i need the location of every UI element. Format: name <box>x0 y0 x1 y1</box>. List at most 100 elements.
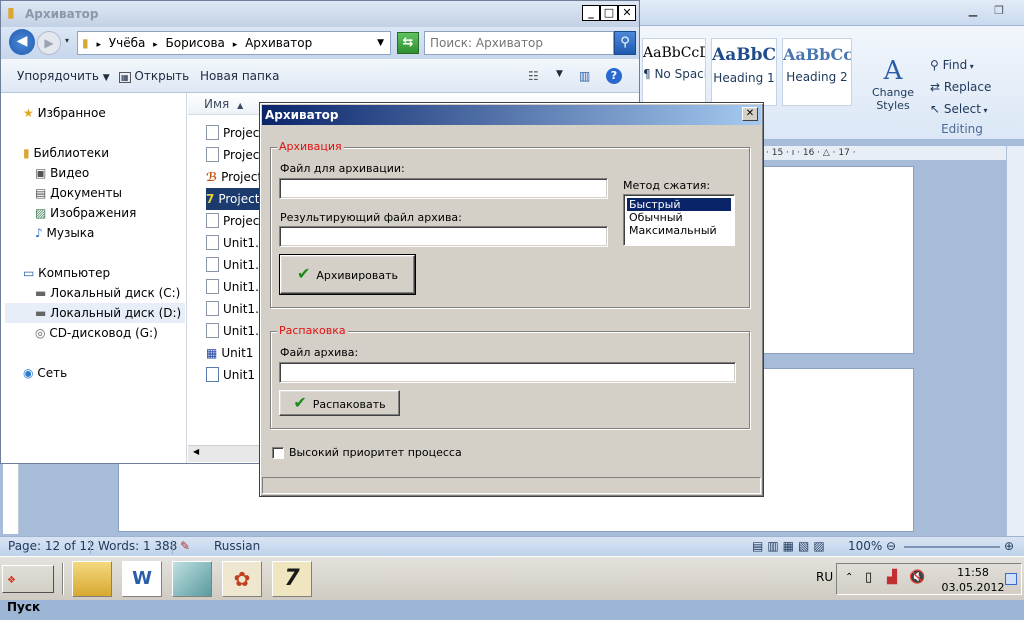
start-label: Пуск <box>7 600 41 614</box>
change-styles-label: Change Styles <box>871 86 915 112</box>
archive-button[interactable]: ✔ Архивировать <box>279 254 416 295</box>
nav-drive-d[interactable]: ▬ Локальный диск (D:) <box>5 303 185 323</box>
zoom-level[interactable]: 100% <box>848 537 882 556</box>
style-name: ¶ No Spaci... <box>643 67 705 81</box>
nav-network[interactable]: ◉ Сеть <box>23 363 67 383</box>
proofing-icon[interactable]: ✎ <box>180 537 190 556</box>
file-row[interactable]: Project <box>206 122 264 144</box>
breadcrumb-item[interactable]: Архиватор <box>245 36 312 50</box>
file-row[interactable]: Unit1.d <box>206 320 267 342</box>
unpack-button[interactable]: ✔ Распаковать <box>279 390 400 416</box>
delphi-taskbar-icon[interactable]: 7 <box>272 561 312 597</box>
nav-libraries[interactable]: ▮ Библиотеки <box>23 143 109 163</box>
new-folder-button[interactable]: Новая папка <box>200 69 279 83</box>
file-row[interactable]: ℬ Project <box>206 166 262 188</box>
clock-time[interactable]: 11:58 <box>947 566 999 579</box>
chevron-down-icon[interactable]: ▼ <box>377 32 384 54</box>
nav-drive-c[interactable]: ▬ Локальный диск (C:) <box>35 283 180 303</box>
change-styles-button[interactable]: A Change Styles <box>864 56 922 112</box>
forward-button[interactable]: ▶ <box>37 31 61 55</box>
nav-music[interactable]: ♪ Музыка <box>35 223 94 243</box>
high-priority-checkbox[interactable] <box>272 447 284 459</box>
notes-taskbar-icon[interactable] <box>172 561 212 597</box>
style-heading-1[interactable]: AaBbCc Heading 1 <box>711 38 777 106</box>
chevron-down-icon[interactable]: ▼ <box>556 69 563 79</box>
minimize-button[interactable]: _ <box>582 5 600 21</box>
zoom-slider[interactable] <box>904 546 1000 548</box>
replace-button[interactable]: ⇄ Replace <box>930 80 991 94</box>
nav-video[interactable]: ▣ Видео <box>35 163 89 183</box>
compression-method-list[interactable]: Быстрый Обычный Максимальный <box>623 194 735 246</box>
file-to-archive-input[interactable] <box>279 178 608 199</box>
language-indicator[interactable]: RU <box>816 570 833 584</box>
horizontal-scrollbar[interactable]: ◀ <box>188 445 264 462</box>
clock-date[interactable]: 03.05.2012 <box>935 581 1011 594</box>
select-button[interactable]: ↖ Select ▾ <box>930 102 987 116</box>
help-icon[interactable]: ? <box>606 68 622 84</box>
view-options-icon[interactable]: ☷ <box>528 69 539 83</box>
zoom-out-icon[interactable]: ⊖ <box>886 537 896 556</box>
nav-computer[interactable]: ▭ Компьютер <box>23 263 110 283</box>
folder-icon: ▮ <box>7 5 15 21</box>
nav-label: Избранное <box>37 106 106 120</box>
back-button[interactable]: ◀ <box>9 29 35 55</box>
explorer-taskbar-icon[interactable] <box>72 561 112 597</box>
style-no-spacing[interactable]: AaBbCcDc ¶ No Spaci... <box>642 38 706 106</box>
search-icon[interactable]: ⚲ <box>614 31 636 55</box>
word-count[interactable]: Words: 1 388 <box>98 537 177 556</box>
show-desktop-icon[interactable] <box>1005 573 1017 585</box>
column-name[interactable]: Имя <box>204 97 229 111</box>
open-button[interactable]: ▦ Открыть <box>119 69 189 83</box>
vertical-scrollbar[interactable] <box>1006 146 1024 536</box>
scroll-left-icon[interactable]: ◀ <box>193 447 199 456</box>
history-chevron-icon[interactable]: ▾ <box>65 36 69 45</box>
result-file-input[interactable] <box>279 226 608 247</box>
nav-drive-g[interactable]: ◎ CD-дисковод (G:) <box>35 323 158 343</box>
file-row[interactable]: Project <box>206 144 264 166</box>
preview-pane-icon[interactable]: ▥ <box>579 69 590 83</box>
file-row-selected[interactable]: 7 Project <box>206 188 266 210</box>
drive-icon: ▬ <box>35 286 47 300</box>
word-taskbar-icon[interactable]: W <box>122 561 162 597</box>
method-option-max[interactable]: Максимальный <box>627 224 731 237</box>
nav-images[interactable]: ▨ Изображения <box>35 203 136 223</box>
search-input[interactable] <box>424 31 614 55</box>
method-option-fast[interactable]: Быстрый <box>627 198 731 211</box>
address-bar[interactable]: ▮ ▸ Учёба ▸ Борисова ▸ Архиватор ▼ <box>77 31 391 55</box>
language-indicator[interactable]: Russian <box>214 537 260 556</box>
volume-muted-icon[interactable]: 🔇 <box>909 570 925 585</box>
paint-taskbar-icon[interactable]: ✿ <box>222 561 262 597</box>
find-button[interactable]: ⚲ Find ▾ <box>930 58 974 72</box>
word-minimize-button[interactable]: ▁ <box>962 3 984 21</box>
project-icon: ℬ <box>206 170 218 184</box>
file-row[interactable]: Unit1.d <box>206 298 267 320</box>
refresh-button[interactable]: ⇆ <box>397 32 419 54</box>
start-button[interactable]: ❖ Пуск <box>2 565 54 614</box>
close-button[interactable]: ✕ <box>618 5 636 21</box>
page-count[interactable]: Page: 12 of 12 <box>8 537 95 556</box>
nav-favorites[interactable]: ★ Избранное <box>23 103 106 123</box>
style-heading-2[interactable]: AaBbCc Heading 2 <box>782 38 852 106</box>
battery-icon[interactable]: ▯ <box>865 570 872 585</box>
organize-button[interactable]: Упорядочить ▼ <box>17 69 110 83</box>
network-disconnected-icon[interactable]: ▟ <box>887 570 897 585</box>
archive-file-input[interactable] <box>279 362 736 383</box>
file-row[interactable]: ▦ Unit1 <box>206 342 253 364</box>
close-icon[interactable]: ✕ <box>742 107 758 121</box>
file-row[interactable]: Unit1 <box>206 364 255 386</box>
tray-expand-icon[interactable]: ⌃ <box>845 572 853 583</box>
explorer-title: Архиватор <box>25 7 99 21</box>
word-maximize-button[interactable]: ❐ <box>988 3 1010 21</box>
zoom-in-icon[interactable]: ⊕ <box>1004 537 1014 556</box>
high-priority-label[interactable]: Высокий приоритет процесса <box>289 446 462 459</box>
network-icon: ◉ <box>23 366 34 380</box>
view-buttons[interactable]: ▤▥▦▧▨ <box>752 537 829 556</box>
file-row[interactable]: Project <box>206 210 264 232</box>
breadcrumb-item[interactable]: Борисова <box>166 36 225 50</box>
maximize-button[interactable]: □ <box>600 5 618 21</box>
nav-label: Библиотеки <box>33 146 110 160</box>
method-option-normal[interactable]: Обычный <box>627 211 731 224</box>
nav-documents[interactable]: ▤ Документы <box>35 183 122 203</box>
explorer-toolbar: Упорядочить ▼ ▦ Открыть Новая папка ☷ ▼ … <box>1 59 639 93</box>
breadcrumb-item[interactable]: Учёба <box>109 36 146 50</box>
